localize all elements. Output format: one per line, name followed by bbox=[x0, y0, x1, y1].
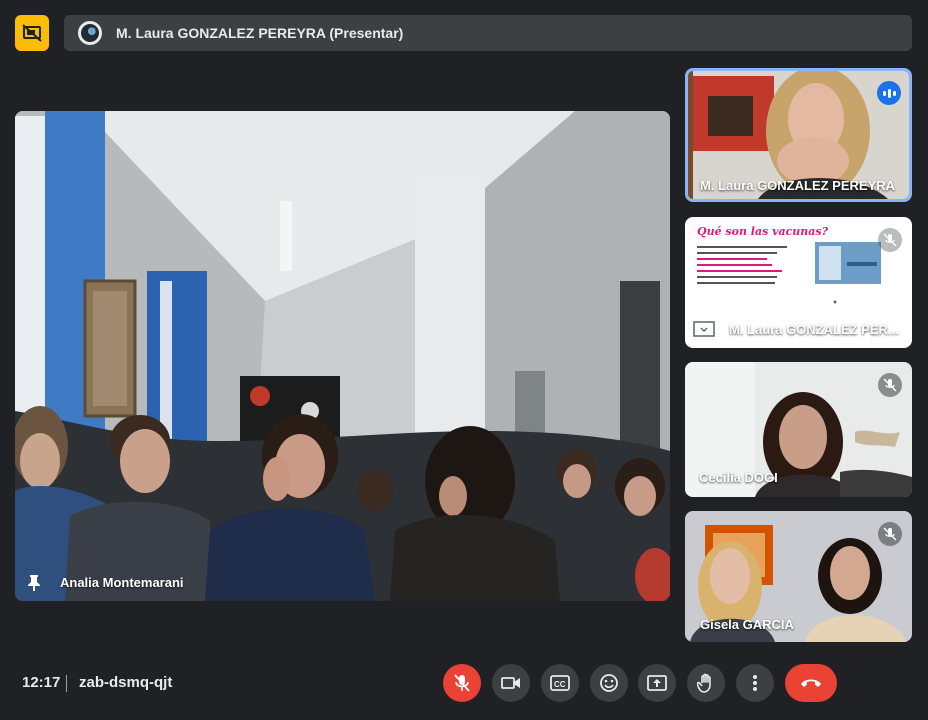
mic-muted-icon bbox=[878, 522, 902, 546]
meeting-code[interactable]: zab-dsmq-qjt bbox=[79, 674, 172, 691]
more-options-icon bbox=[753, 675, 757, 691]
participant-tile-cecilia[interactable]: Cecilia DOGI bbox=[685, 362, 912, 497]
camera-icon bbox=[501, 677, 520, 689]
microphone-toggle-button[interactable] bbox=[443, 664, 481, 702]
raise-hand-button[interactable] bbox=[687, 664, 725, 702]
main-video-tile[interactable]: Analia Montemarani bbox=[15, 111, 670, 601]
pin-icon[interactable] bbox=[27, 574, 41, 592]
raise-hand-icon bbox=[697, 673, 711, 693]
presentation-banner: M. Laura GONZALEZ PEREYRA (Presentar) bbox=[64, 15, 912, 51]
end-call-icon bbox=[801, 679, 821, 687]
participant-tile-presenter[interactable]: M. Laura GONZALEZ PEREYRA bbox=[685, 68, 912, 202]
participant-tile-gisela[interactable]: Gisela GARCIA bbox=[685, 511, 912, 642]
classroom-video-feed bbox=[15, 111, 670, 601]
reactions-button[interactable] bbox=[590, 664, 628, 702]
stop-presenting-button[interactable] bbox=[15, 15, 49, 51]
present-off-icon bbox=[22, 24, 42, 42]
tile-participant-name: Cecilia DOGI bbox=[699, 470, 778, 485]
tile-participant-name: Gisela GARCIA bbox=[700, 617, 794, 632]
mic-muted-icon bbox=[878, 228, 902, 252]
slide-content bbox=[697, 242, 881, 304]
tile-participant-name: M. Laura GONZALEZ PER... bbox=[729, 322, 899, 337]
mic-muted-icon bbox=[878, 373, 902, 397]
tile-participant-name: M. Laura GONZALEZ PEREYRA bbox=[700, 178, 896, 193]
present-now-button[interactable] bbox=[638, 664, 676, 702]
captions-icon: CC bbox=[550, 675, 570, 691]
emoji-icon bbox=[600, 674, 618, 692]
slide-title: Qué son las vacunas? bbox=[697, 225, 829, 238]
info-divider bbox=[66, 675, 67, 692]
leave-call-button[interactable] bbox=[785, 664, 837, 702]
captions-button[interactable]: CC bbox=[541, 664, 579, 702]
mic-off-icon bbox=[454, 674, 470, 692]
svg-text:CC: CC bbox=[554, 680, 566, 689]
speaking-indicator-icon bbox=[877, 81, 901, 105]
camera-toggle-button[interactable] bbox=[492, 664, 530, 702]
presentation-title: M. Laura GONZALEZ PEREYRA (Presentar) bbox=[116, 25, 404, 41]
presenter-avatar bbox=[78, 21, 102, 45]
main-tile-participant-name: Analia Montemarani bbox=[60, 575, 184, 590]
present-screen-icon bbox=[647, 675, 667, 691]
screen-share-icon bbox=[693, 321, 715, 337]
more-options-button[interactable] bbox=[736, 664, 774, 702]
current-time: 12:17 bbox=[22, 674, 61, 691]
participant-tile-presentation[interactable]: Qué son las vacunas? M. Laura GONZALEZ P… bbox=[685, 217, 912, 348]
